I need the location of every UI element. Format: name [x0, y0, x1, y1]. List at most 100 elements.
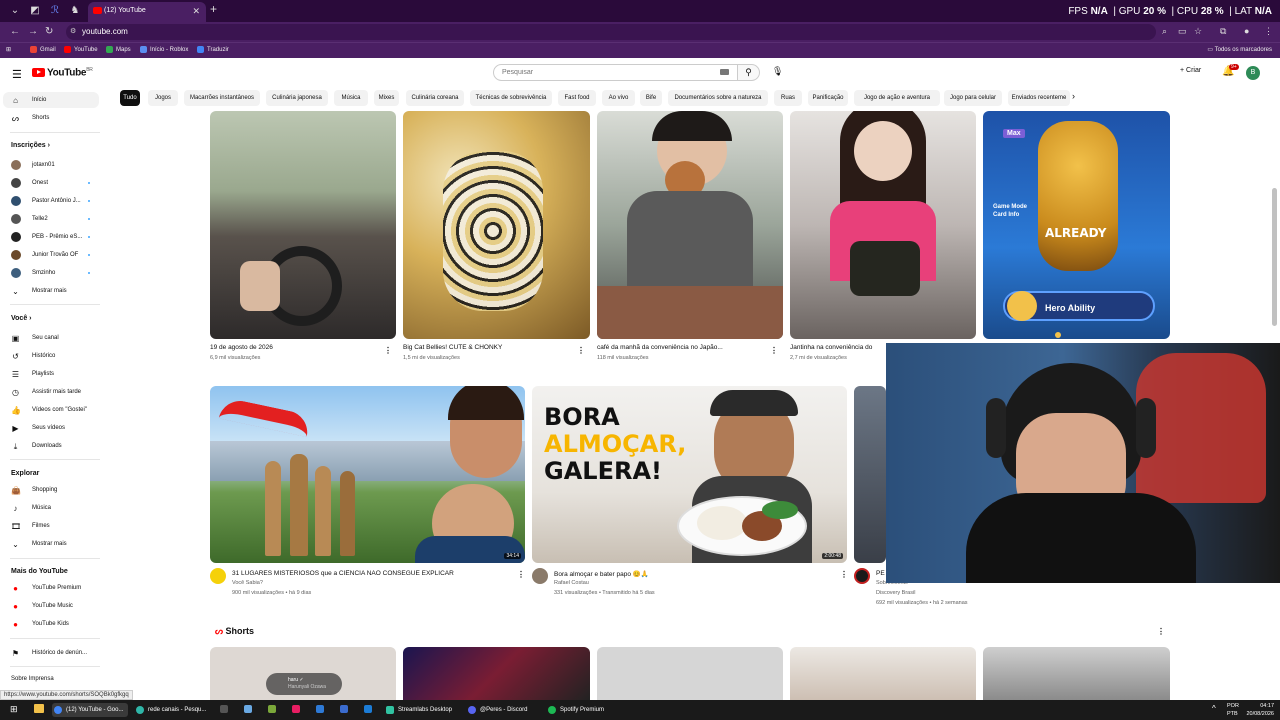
- taskbar-icon[interactable]: [244, 705, 252, 713]
- sidebar-item-playlists[interactable]: ☰ Playlists: [0, 366, 100, 382]
- taskbar-app-chrome[interactable]: (12) YouTube - Goo...: [52, 703, 128, 717]
- file-explorer-icon[interactable]: [34, 704, 44, 713]
- chip[interactable]: Jogos: [148, 90, 178, 106]
- more-options-icon[interactable]: ⋮: [517, 570, 525, 579]
- video-title[interactable]: Bora almoçar e bater papo 😊🙏: [554, 570, 824, 578]
- sidebar-item-music[interactable]: ♪ Música: [0, 500, 100, 516]
- video-thumbnail[interactable]: [854, 386, 886, 563]
- sidebar-item-music-app[interactable]: ● YouTube Music: [0, 598, 100, 614]
- chip[interactable]: Ruas: [774, 90, 802, 106]
- channel-avatar[interactable]: [854, 568, 870, 584]
- tray-chevron-icon[interactable]: ^: [1212, 704, 1216, 713]
- taskbar-icon[interactable]: [268, 705, 276, 713]
- sidebar-item-watch-later[interactable]: ◷ Assistir mais tarde: [0, 384, 100, 400]
- taskbar-icon[interactable]: [220, 705, 228, 713]
- site-info-icon[interactable]: ⚙: [70, 24, 76, 40]
- language-indicator[interactable]: POR PTB: [1227, 702, 1239, 718]
- tab-icon[interactable]: ℛ: [48, 4, 62, 18]
- video-title[interactable]: café da manhã da conveniência no Japão..…: [597, 344, 767, 351]
- sidebar-footer[interactable]: Sobre Imprensa: [0, 671, 100, 687]
- chip[interactable]: Enviados recenteme: [1008, 90, 1070, 106]
- show-more-subscriptions[interactable]: ⌄ Mostrar mais: [0, 283, 100, 299]
- video-thumbnail[interactable]: BORA ALMOÇAR, GALERA! 2:00:48: [532, 386, 847, 563]
- bookmark-roblox[interactable]: Início - Roblox: [140, 46, 188, 53]
- you-header[interactable]: Você ›: [11, 315, 32, 322]
- video-title[interactable]: 31 LUGARES MISTERIOSOS que a CIÊNCIA NÃO…: [232, 570, 512, 577]
- show-more-explore[interactable]: ⌄ Mostrar mais: [0, 536, 100, 552]
- sidebar-item-shopping[interactable]: 👜 Shopping: [0, 482, 100, 498]
- clock[interactable]: 04:17 20/08/2026: [1246, 702, 1274, 718]
- chip[interactable]: Jogo de ação e aventura: [854, 90, 940, 106]
- profile-icon[interactable]: ●: [1244, 26, 1249, 36]
- menu-icon[interactable]: ⋮: [1264, 26, 1273, 37]
- reload-icon[interactable]: ↻: [45, 26, 53, 37]
- subscriptions-header[interactable]: Inscrições ›: [11, 142, 50, 149]
- chip[interactable]: Bife: [640, 90, 662, 106]
- keyboard-icon[interactable]: [720, 69, 729, 75]
- taskbar-icon[interactable]: [316, 705, 324, 713]
- bookmark-gmail[interactable]: Gmail: [30, 46, 56, 53]
- search-button[interactable]: ⚲: [738, 64, 760, 81]
- subscription-item[interactable]: Smzinho: [0, 265, 100, 281]
- more-options-icon[interactable]: ⋮: [770, 346, 778, 355]
- tiktok-icon[interactable]: [292, 705, 300, 713]
- channel-name[interactable]: Você Sabia?: [232, 580, 263, 586]
- page-scrollbar[interactable]: [1272, 188, 1277, 326]
- short-thumbnail[interactable]: [790, 647, 976, 700]
- bookmark-youtube[interactable]: YouTube: [64, 46, 98, 53]
- forward-icon[interactable]: →: [28, 26, 38, 37]
- sidebar-item-shorts[interactable]: ᔕ Shorts: [0, 110, 100, 126]
- video-thumbnail[interactable]: [597, 111, 783, 339]
- video-title[interactable]: Big Cat Bellies! CUTE & CHONKY: [403, 344, 573, 351]
- short-thumbnail[interactable]: [403, 647, 590, 700]
- mic-icon[interactable]: 🎙: [772, 66, 783, 77]
- taskbar-app-discord[interactable]: @Peres - Discord: [466, 703, 542, 717]
- chip[interactable]: Jogo para celular: [944, 90, 1002, 106]
- channel-name[interactable]: Rafael Costau: [554, 580, 589, 586]
- subscription-item[interactable]: Junior Trovão OF: [0, 247, 100, 263]
- taskbar-icon[interactable]: [340, 705, 348, 713]
- more-options-icon[interactable]: ⋮: [577, 346, 585, 355]
- star-icon[interactable]: ☆: [1194, 26, 1202, 37]
- close-tab-icon[interactable]: ✕: [192, 2, 200, 20]
- short-thumbnail[interactable]: [983, 647, 1170, 700]
- sidebar-item-report-history[interactable]: ⚑ Histórico de denún...: [0, 645, 100, 661]
- subscription-item[interactable]: PEB - Prêmio eS...: [0, 229, 100, 245]
- sidebar-item-history[interactable]: ↺ Histórico: [0, 348, 100, 364]
- zoom-icon[interactable]: ⌕: [1162, 26, 1167, 37]
- create-button[interactable]: + Criar: [1180, 67, 1201, 74]
- sidebar-item-home[interactable]: ⌂ Início: [3, 92, 99, 108]
- taskbar-app-spotify[interactable]: Spotify Premium: [546, 703, 622, 717]
- video-thumbnail[interactable]: [403, 111, 590, 339]
- video-thumbnail[interactable]: Max Game Mode Card Info ALREADY Hero Abil…: [983, 111, 1170, 339]
- sidebar-item-your-channel[interactable]: ▣ Seu canal: [0, 330, 100, 346]
- video-thumbnail[interactable]: 34:14: [210, 386, 525, 563]
- all-bookmarks[interactable]: ▭ Todos os marcadores: [1207, 46, 1272, 53]
- chip[interactable]: Culinária japonesa: [266, 90, 328, 106]
- subscription-item[interactable]: jotaxn01: [0, 157, 100, 173]
- chevron-right-icon[interactable]: ›: [1072, 91, 1075, 101]
- video-title[interactable]: Jantinha na conveniência do: [790, 344, 884, 351]
- account-avatar[interactable]: B: [1246, 66, 1260, 80]
- more-options-icon[interactable]: ⋮: [1157, 627, 1165, 636]
- back-icon[interactable]: ←: [10, 26, 20, 37]
- tab-icon[interactable]: ◩: [28, 4, 42, 18]
- chip[interactable]: Mixes: [374, 90, 399, 106]
- chip[interactable]: Fast food: [558, 90, 596, 106]
- channel-name[interactable]: Discovery Brasil: [876, 590, 915, 596]
- sidebar-item-liked[interactable]: 👍 Vídeos com "Gostei": [0, 402, 100, 418]
- subscription-item[interactable]: Telle2: [0, 211, 100, 227]
- chip[interactable]: Documentários sobre a natureza: [668, 90, 768, 106]
- video-thumbnail[interactable]: [210, 111, 396, 339]
- channel-avatar[interactable]: [210, 568, 226, 584]
- sidebar-item-your-videos[interactable]: ▶ Seus vídeos: [0, 420, 100, 436]
- chip[interactable]: Panificação: [808, 90, 848, 106]
- video-thumbnail[interactable]: [790, 111, 976, 339]
- sidebar-item-downloads[interactable]: ⤓ Downloads: [0, 438, 100, 454]
- short-thumbnail[interactable]: [597, 647, 783, 700]
- active-tab[interactable]: (12) YouTube ✕: [88, 2, 206, 22]
- more-options-icon[interactable]: ⋮: [840, 570, 848, 579]
- chip[interactable]: Ao vivo: [602, 90, 635, 106]
- chip[interactable]: Macarrões instantâneos: [184, 90, 260, 106]
- tab-icon[interactable]: ⌄: [8, 4, 22, 18]
